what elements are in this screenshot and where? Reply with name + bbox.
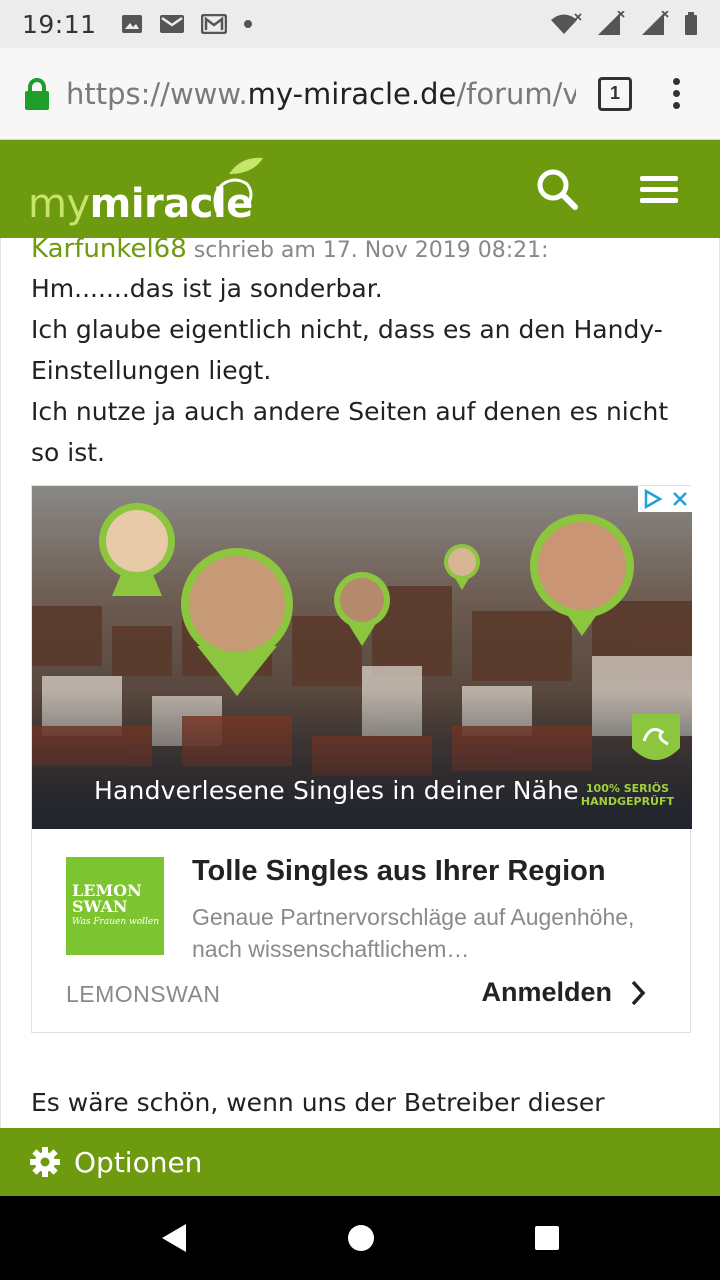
post-paragraph-next: Es wäre schön, wenn uns der Betreiber di… (31, 1088, 605, 1117)
search-icon[interactable] (536, 168, 578, 210)
gmail-notification-icon (200, 14, 227, 34)
forum-post-content: Karfunkel68 schrieb am 17. Nov 2019 08:2… (0, 238, 720, 1128)
url-domain: my-miracle.de (247, 76, 457, 111)
ad-advertiser: LEMONSWAN (66, 981, 221, 1007)
recents-icon[interactable] (534, 1225, 560, 1251)
back-icon[interactable] (160, 1223, 188, 1253)
battery-icon (685, 12, 697, 35)
badge-line1: 100% SERIÖS (585, 782, 669, 795)
apple-leaf-icon (213, 157, 263, 213)
badge-line2: HANDGEPRÜFT (580, 795, 674, 808)
quote-header: Karfunkel68 schrieb am 17. Nov 2019 08:2… (1, 238, 719, 264)
ad-body: LEMON SWAN Was Frauen wollen Tolle Singl… (32, 829, 690, 1034)
ad-choices[interactable] (638, 486, 692, 512)
logo-my: my (28, 181, 90, 227)
logo-tagline: Was Frauen wollen (72, 917, 160, 927)
post-paragraph: Ich nutze ja auch andere Seiten auf dene… (31, 397, 669, 467)
status-time: 19:11 (22, 9, 97, 39)
mail-notification-icon (159, 15, 184, 33)
image-notification-icon (121, 15, 142, 33)
site-logo[interactable]: mymiracle (28, 154, 263, 227)
lemonswan-logo[interactable]: LEMON SWAN Was Frauen wollen (66, 857, 164, 955)
post-paragraph: Ich glaube eigentlich nicht, dass es an … (31, 315, 663, 385)
advertisement[interactable]: Handverlesene Singles in deiner Nähe 100… (31, 485, 692, 1034)
adchoices-icon[interactable] (643, 489, 663, 509)
browser-menu-icon[interactable] (672, 78, 680, 109)
home-icon[interactable] (347, 1224, 375, 1252)
shield-icon (632, 714, 680, 760)
post-paragraph: Hm.......das ist ja sonderbar. (31, 274, 383, 303)
quote-author-link[interactable]: Karfunkel68 (31, 238, 187, 264)
lock-icon[interactable] (22, 77, 52, 111)
browser-url-bar: https://www.my-miracle.de/forum/v 1 (0, 48, 720, 140)
android-nav-bar (0, 1196, 720, 1280)
more-notifications-dot-icon (243, 20, 252, 28)
wifi-icon (551, 13, 582, 34)
tab-switcher-button[interactable]: 1 (598, 76, 632, 111)
ad-cta-button[interactable]: Anmelden (481, 977, 646, 1008)
ad-description: Genaue Partnervorschläge auf Augenhöhe, … (192, 904, 635, 962)
url-field[interactable]: https://www.my-miracle.de/forum/v (66, 77, 576, 111)
ad-trust-badge: 100% SERIÖS HANDGEPRÜFT (581, 782, 674, 808)
system-icons (550, 11, 698, 37)
chevron-right-icon (631, 980, 646, 1005)
status-bar: 19:11 (0, 0, 720, 48)
notification-icons (121, 14, 253, 34)
options-label: Optionen (74, 1145, 203, 1179)
close-icon[interactable] (672, 491, 688, 507)
hamburger-menu-icon[interactable] (640, 174, 678, 204)
url-scheme: https://www. (66, 76, 248, 111)
gear-icon (30, 1147, 60, 1177)
quote-meta: schrieb am 17. Nov 2019 08:21: (186, 238, 549, 263)
ad-image[interactable]: Handverlesene Singles in deiner Nähe 100… (32, 486, 692, 829)
ad-cta-label: Anmelden (481, 977, 612, 1007)
url-path: /forum/v (456, 76, 576, 111)
signal-2-icon (642, 11, 669, 35)
logo-line2: SWAN (72, 897, 128, 916)
site-header: mymiracle (0, 140, 720, 238)
post-body: Hm.......das ist ja sonderbar. Ich glaub… (1, 268, 719, 473)
signal-icon (598, 11, 625, 35)
ad-image-caption: Handverlesene Singles in deiner Nähe (94, 776, 579, 805)
options-bar[interactable]: Optionen (0, 1128, 720, 1196)
ad-title[interactable]: Tolle Singles aus Ihrer Region (192, 855, 606, 888)
